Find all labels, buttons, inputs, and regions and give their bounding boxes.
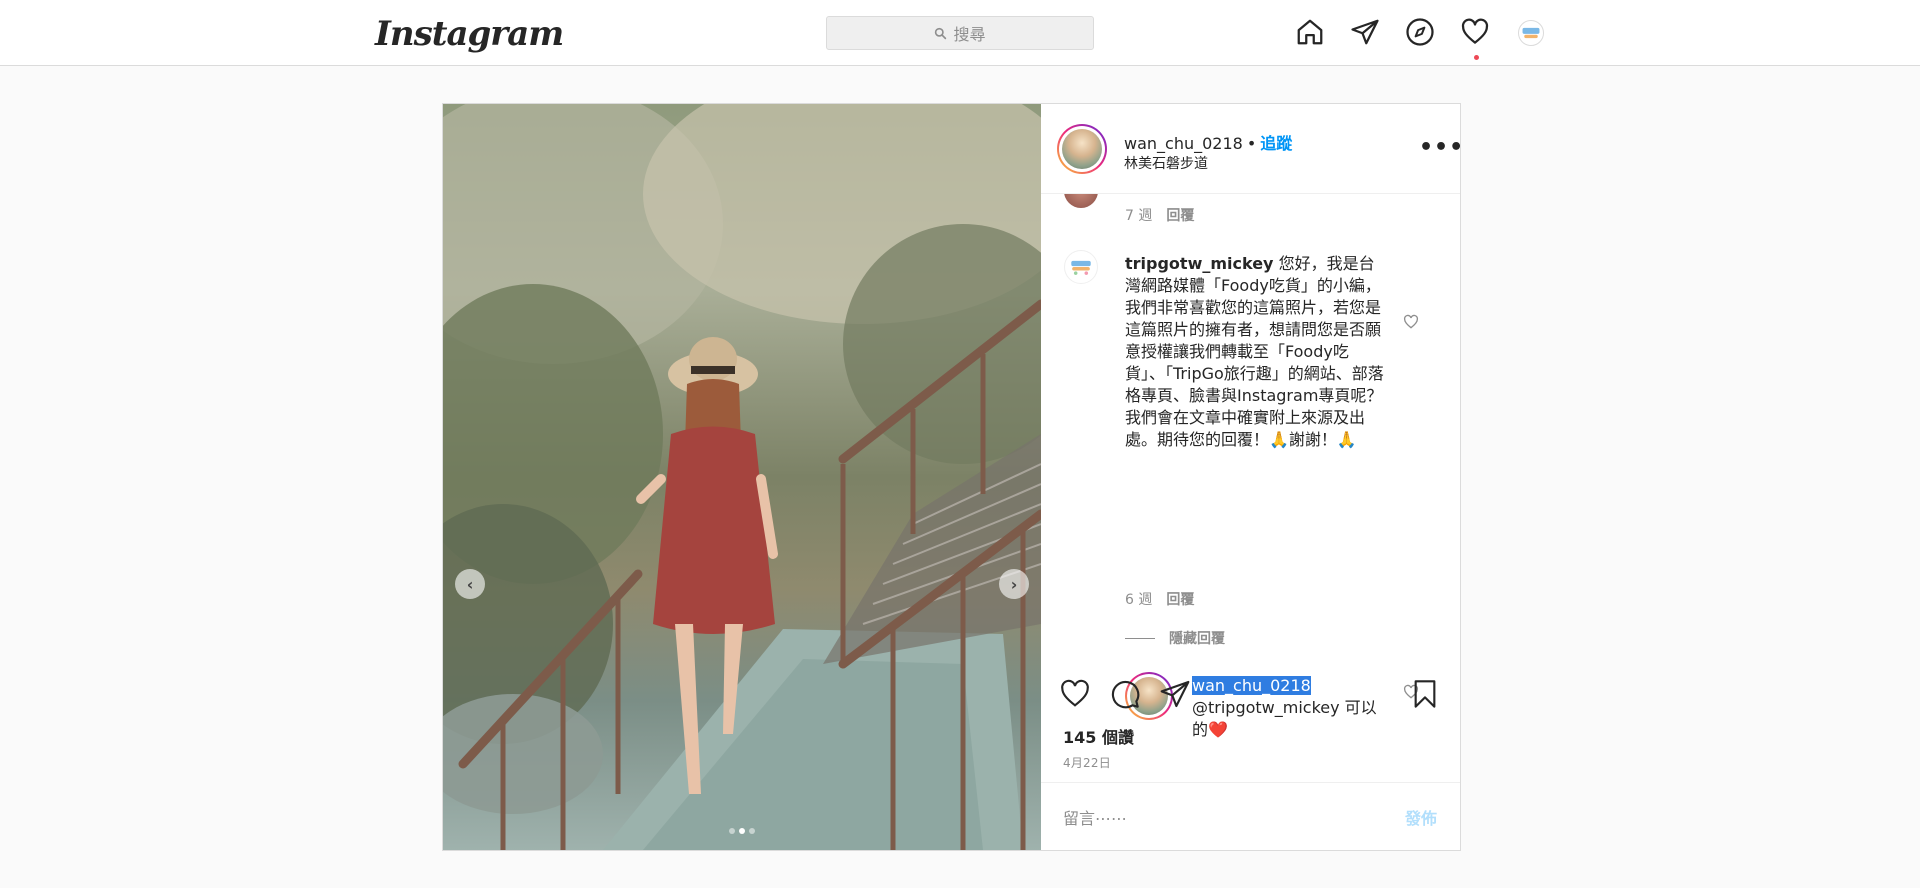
search-icon <box>935 27 947 39</box>
photo-scene <box>443 104 1041 850</box>
comment-time[interactable]: 7 週 <box>1125 208 1152 224</box>
carousel-dot <box>729 828 735 834</box>
save-bookmark-icon[interactable] <box>1409 678 1441 710</box>
reply-button[interactable]: 回覆 <box>1166 592 1194 608</box>
post-header: wan_chu_0218 • 追蹤 林美石磐步道 ••• <box>1041 104 1463 194</box>
hide-replies-label: 隱藏回覆 <box>1169 631 1225 647</box>
direct-message-icon[interactable] <box>1349 16 1381 48</box>
search-placeholder: 搜尋 <box>953 25 986 44</box>
comment-meta: 7 週回覆 <box>1125 205 1194 225</box>
post-date[interactable]: 4月22日 <box>1063 754 1111 771</box>
more-options-icon[interactable]: ••• <box>1419 137 1464 159</box>
comment-avatar[interactable] <box>1064 194 1098 208</box>
divider-line <box>1125 637 1155 639</box>
comments-list: 7 週回覆 tripgotw_mickey 您好，我是台灣網路媒體「Foody吃… <box>1041 194 1460 767</box>
post-author-line: wan_chu_0218 • 追蹤 <box>1124 130 1292 154</box>
comment-time[interactable]: 6 週 <box>1125 592 1152 608</box>
likes-count[interactable]: 145 個讚 <box>1063 724 1134 748</box>
notification-dot <box>1474 55 1479 60</box>
carousel-next-button[interactable]: › <box>999 569 1029 599</box>
carousel-dot-active <box>739 828 745 834</box>
comment-meta: 6 週回覆 <box>1125 589 1194 609</box>
author-username[interactable]: wan_chu_0218 <box>1124 134 1243 153</box>
home-icon[interactable] <box>1294 16 1326 48</box>
instagram-logo[interactable]: Instagram <box>375 14 564 54</box>
separator-dot: • <box>1246 134 1257 153</box>
carousel-previous-button[interactable]: ‹ <box>455 569 485 599</box>
hide-replies-button[interactable]: 隱藏回覆 <box>1125 628 1225 648</box>
comment-bubble-icon[interactable] <box>1109 678 1141 710</box>
comment-username[interactable]: tripgotw_mickey <box>1125 254 1273 273</box>
comment-like-heart-icon[interactable] <box>1403 314 1419 330</box>
post-card: ‹ › wan_chu_0218 • 追蹤 林美石磐步道 ••• 7 週回覆 t… <box>442 103 1463 851</box>
like-heart-icon[interactable] <box>1059 678 1091 710</box>
carousel-indicator <box>443 828 1041 834</box>
reply-username[interactable]: wan_chu_0218 <box>1192 676 1311 695</box>
top-navigation-bar: Instagram 搜尋 <box>0 0 1920 66</box>
post-location[interactable]: 林美石磐步道 <box>1124 153 1208 173</box>
reply-button[interactable]: 回覆 <box>1166 208 1194 224</box>
author-avatar[interactable] <box>1057 124 1107 174</box>
carousel-dot <box>749 828 755 834</box>
search-input[interactable]: 搜尋 <box>826 16 1094 50</box>
activity-heart-icon[interactable] <box>1459 16 1491 48</box>
post-side-panel: wan_chu_0218 • 追蹤 林美石磐步道 ••• 7 週回覆 tripgot… <box>1041 104 1463 850</box>
post-photo[interactable]: ‹ › <box>443 104 1041 850</box>
follow-button[interactable]: 追蹤 <box>1260 134 1292 153</box>
comment-text: 您好，我是台灣網路媒體「Foody吃貨」的小編，我們非常喜歡您的這篇照片，若您是… <box>1125 254 1384 449</box>
comment-composer: 留言⋯⋯ 發佈 <box>1041 782 1460 848</box>
comment-body: tripgotw_mickey 您好，我是台灣網路媒體「Foody吃貨」的小編，… <box>1125 253 1385 451</box>
profile-avatar[interactable] <box>1518 20 1544 46</box>
post-comment-button[interactable]: 發佈 <box>1405 805 1437 829</box>
reply-mention[interactable]: @tripgotw_mickey <box>1192 698 1340 717</box>
comment-input[interactable]: 留言⋯⋯ <box>1063 805 1127 829</box>
explore-icon[interactable] <box>1404 16 1436 48</box>
share-icon[interactable] <box>1159 678 1191 710</box>
reply-body: wan_chu_0218 @tripgotw_mickey 可以的❤️ <box>1192 675 1392 741</box>
comment-avatar[interactable] <box>1064 250 1098 284</box>
